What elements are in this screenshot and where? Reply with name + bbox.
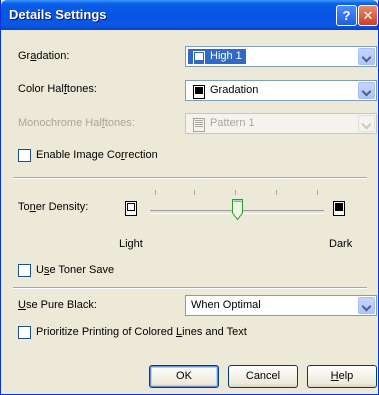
prioritize-lines-checkbox[interactable] (18, 326, 31, 339)
page-dark-icon (333, 201, 345, 216)
pure-black-value: When Optimal (191, 299, 261, 311)
monochrome-halftones-value: Pattern 1 (188, 116, 259, 132)
title-bar[interactable]: Details Settings ? ✕ (1, 0, 378, 30)
dropdown-arrow-icon[interactable] (358, 48, 375, 65)
help-button[interactable]: Help (307, 365, 377, 388)
gradation-select[interactable]: High 1 (185, 46, 377, 67)
pure-black-label: Use Pure Black: (18, 299, 97, 311)
page-dark-icon (193, 85, 205, 99)
color-halftones-value: Gradation (188, 83, 262, 99)
ok-button[interactable]: OK (149, 365, 219, 388)
toner-dark-label: Dark (329, 238, 353, 250)
toner-light-label: Light (119, 238, 143, 250)
slider-thumb-icon[interactable] (232, 199, 243, 220)
help-icon: ? (342, 8, 351, 23)
close-icon: ✕ (362, 8, 374, 23)
prioritize-lines-label[interactable]: Prioritize Printing of Colored Lines and… (36, 326, 247, 338)
separator (13, 177, 367, 179)
monochrome-halftones-select: Pattern 1 (185, 113, 377, 134)
slider-tick (235, 190, 236, 195)
toner-save-label[interactable]: Use Toner Save (36, 264, 114, 276)
gradation-value: High 1 (188, 49, 246, 65)
help-title-button[interactable]: ? (336, 5, 357, 26)
page-dark-icon (193, 51, 205, 65)
monochrome-halftones-label: Monochrome Halftones: (18, 117, 135, 129)
dialog-title: Details Settings (9, 7, 107, 22)
image-correction-label[interactable]: Enable Image Correction (36, 149, 158, 161)
slider-tick (276, 190, 277, 195)
toner-save-checkbox[interactable] (18, 264, 31, 277)
image-correction-checkbox[interactable] (18, 149, 31, 162)
pattern-icon (193, 118, 205, 132)
toner-density-label: Toner Density: (18, 201, 89, 213)
slider-tick (317, 190, 318, 195)
color-halftones-label: Color Halftones: (18, 83, 97, 95)
color-halftones-select[interactable]: Gradation (185, 80, 377, 101)
slider-tick (194, 190, 195, 195)
dropdown-arrow-icon (358, 115, 375, 132)
dropdown-arrow-icon[interactable] (358, 82, 375, 99)
close-title-button[interactable]: ✕ (358, 5, 378, 26)
pure-black-select[interactable]: When Optimal (185, 295, 377, 316)
details-settings-dialog: Details Settings ? ✕ Gradation: High 1 C… (0, 0, 379, 395)
separator (13, 287, 367, 289)
cancel-button[interactable]: Cancel (228, 365, 298, 388)
slider-tick (155, 190, 156, 195)
dropdown-arrow-icon[interactable] (358, 297, 375, 314)
page-light-icon (125, 201, 137, 216)
gradation-label: Gradation: (18, 50, 70, 62)
